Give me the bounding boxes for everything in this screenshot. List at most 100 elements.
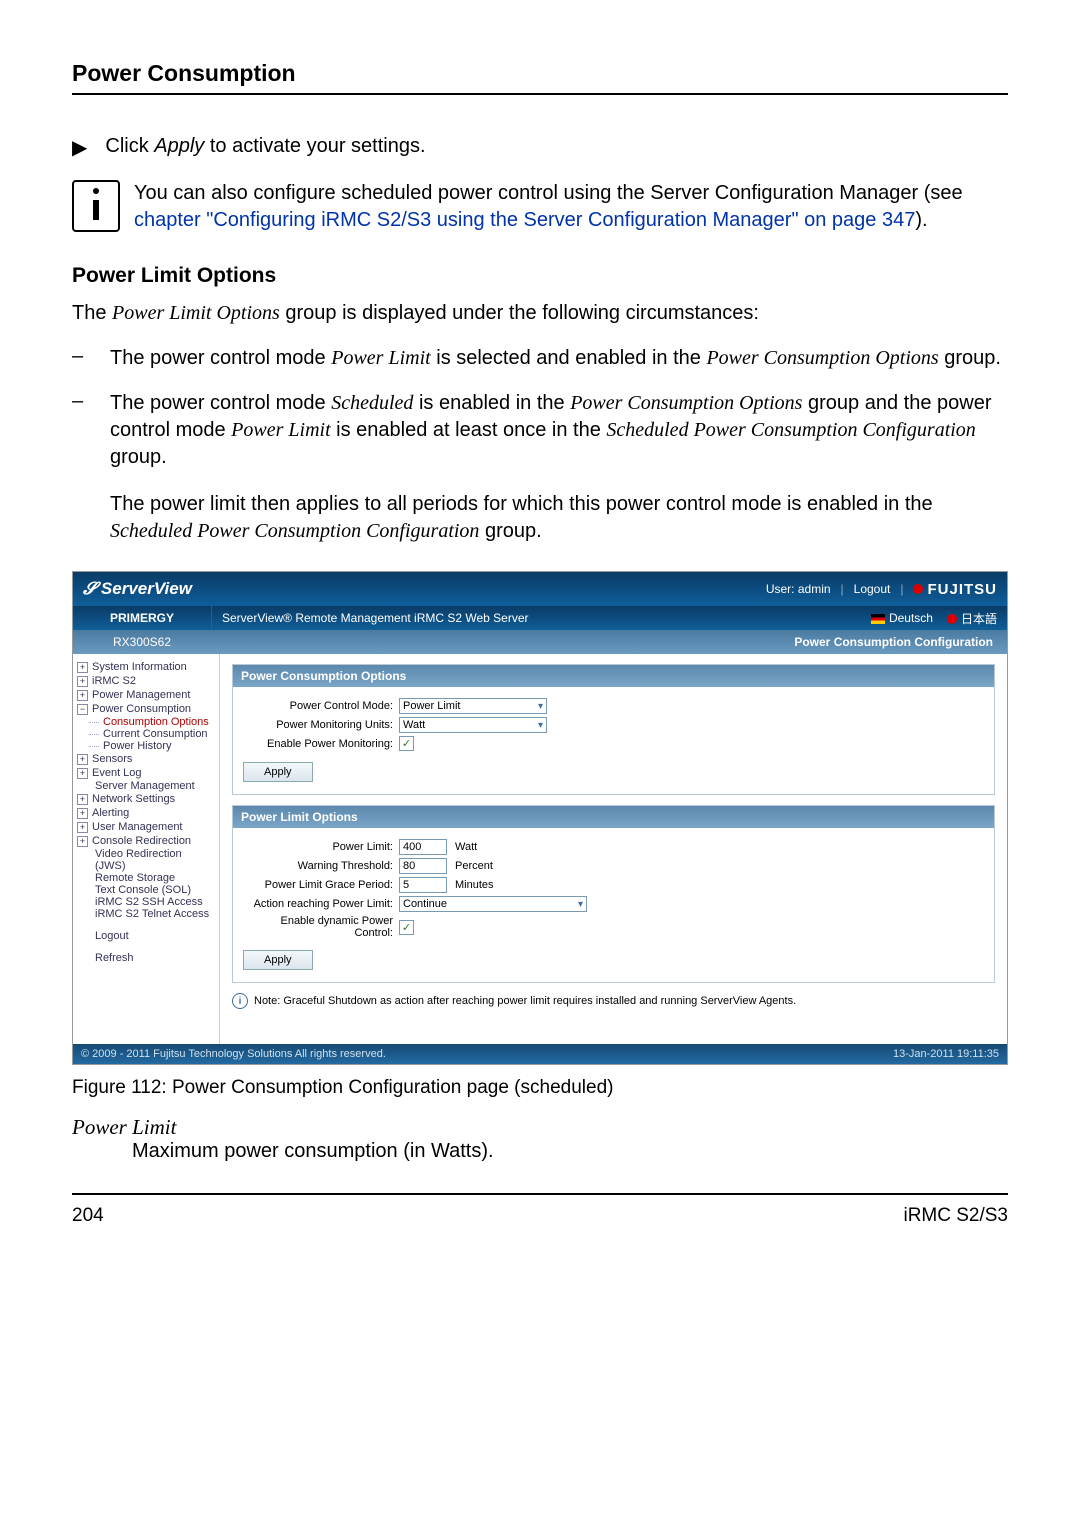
label-warning-threshold: Warning Threshold: <box>243 860 399 872</box>
select-action[interactable]: Continue▾ <box>399 896 587 912</box>
instruction-text: Click Apply to activate your settings. <box>105 135 425 160</box>
definition-term: Power Limit <box>72 1115 1008 1140</box>
fujitsu-logo: FUJITSU <box>913 581 997 598</box>
panel-title: Power Limit Options <box>233 806 994 828</box>
lang-de-link[interactable]: Deutsch <box>871 611 933 625</box>
text: to activate your settings. <box>204 135 425 157</box>
text: The <box>72 302 112 324</box>
tree-telnet-access[interactable]: iRMC S2 Telnet Access <box>95 908 215 920</box>
power-consumption-options-panel: Power Consumption Options Power Control … <box>232 664 995 795</box>
app-titlebar: 𝓢 ServerView User: admin | Logout | FUJI… <box>73 572 1007 606</box>
tree-network-settings[interactable]: +Network Settings <box>77 792 215 806</box>
dash-icon: – <box>72 345 92 372</box>
unit-percent: Percent <box>455 860 493 872</box>
page-subtitle: ServerView® Remote Management iRMC S2 We… <box>222 611 529 625</box>
tree-power-management[interactable]: +Power Management <box>77 688 215 702</box>
input-grace-period[interactable]: 5 <box>399 877 447 893</box>
info-icon <box>72 180 120 232</box>
label-monitoring-units: Power Monitoring Units: <box>243 719 399 731</box>
fujitsu-mark-icon <box>913 584 923 594</box>
note-row: i Note: Graceful Shutdown as action afte… <box>232 993 995 1009</box>
tree-text-console[interactable]: Text Console (SOL) <box>95 884 215 896</box>
power-limit-options-panel: Power Limit Options Power Limit:400Watt … <box>232 805 995 983</box>
conditions-list: – The power control mode Power Limit is … <box>72 345 1008 471</box>
note-text: Note: Graceful Shutdown as action after … <box>254 995 796 1007</box>
expand-icon[interactable]: + <box>77 754 88 765</box>
tree-consumption-options[interactable]: Consumption Options <box>95 716 215 728</box>
subsection-title: Power Limit Options <box>72 264 1008 288</box>
tree-system-information[interactable]: +System Information <box>77 660 215 674</box>
footer-rule <box>72 1193 1008 1195</box>
user-label: User: admin <box>766 582 831 596</box>
logout-link[interactable]: Logout <box>854 582 891 596</box>
section-rule <box>72 93 1008 95</box>
tree-console-redirection[interactable]: +Console Redirection <box>77 834 215 848</box>
expand-icon[interactable]: + <box>77 690 88 701</box>
label-power-limit: Power Limit: <box>243 841 399 853</box>
screenshot-figure: 𝓢 ServerView User: admin | Logout | FUJI… <box>72 571 1008 1065</box>
tree-ssh-access[interactable]: iRMC S2 SSH Access <box>95 896 215 908</box>
expand-icon[interactable]: + <box>77 794 88 805</box>
timestamp-text: 13-Jan-2011 19:11:35 <box>893 1048 999 1060</box>
instruction-line: ▶ Click Apply to activate your settings. <box>72 135 1008 160</box>
checkbox-dynamic-control[interactable]: ✓ <box>399 920 414 935</box>
tree-power-consumption[interactable]: −Power Consumption <box>77 702 215 716</box>
sub-header-bar: PRIMERGY ServerView® Remote Management i… <box>73 606 1007 630</box>
select-monitoring-units[interactable]: Watt▾ <box>399 717 547 733</box>
label-action: Action reaching Power Limit: <box>243 898 399 910</box>
checkbox-enable-monitoring[interactable]: ✓ <box>399 736 414 751</box>
condition-1: The power control mode Power Limit is se… <box>110 345 1008 372</box>
label-dynamic-control: Enable dynamic Power Control: <box>243 915 399 939</box>
apply-word: Apply <box>154 135 204 157</box>
info-text: You can also configure scheduled power c… <box>134 180 1008 234</box>
apply-button[interactable]: Apply <box>243 950 313 970</box>
text: Click <box>105 135 154 157</box>
page-number: 204 <box>72 1205 104 1227</box>
chevron-down-icon: ▾ <box>578 899 583 910</box>
tree-current-consumption[interactable]: Current Consumption <box>95 728 215 740</box>
flag-jp-icon <box>947 614 957 624</box>
arrow-icon: ▶ <box>72 135 87 160</box>
input-power-limit[interactable]: 400 <box>399 839 447 855</box>
tree-event-log[interactable]: +Event Log <box>77 766 215 780</box>
info-callout: You can also configure scheduled power c… <box>72 180 1008 234</box>
expand-icon[interactable]: + <box>77 808 88 819</box>
expand-icon[interactable]: + <box>77 662 88 673</box>
expand-icon[interactable]: + <box>77 676 88 687</box>
condition-2: The power control mode Scheduled is enab… <box>110 390 1008 471</box>
input-warning-threshold[interactable]: 80 <box>399 858 447 874</box>
tree-power-history[interactable]: Power History <box>95 740 215 752</box>
chevron-down-icon: ▾ <box>538 720 543 731</box>
tree-irmc-s2[interactable]: +iRMC S2 <box>77 674 215 688</box>
cross-reference-link[interactable]: chapter "Configuring iRMC S2/S3 using th… <box>134 209 915 231</box>
section-title: Power Consumption <box>72 60 1008 87</box>
collapse-icon[interactable]: − <box>77 704 88 715</box>
tree-user-management[interactable]: +User Management <box>77 820 215 834</box>
tree-video-redirection[interactable]: Video Redirection (JWS) <box>95 848 215 872</box>
select-power-control-mode[interactable]: Power Limit▾ <box>399 698 547 714</box>
doc-id: iRMC S2/S3 <box>903 1205 1008 1227</box>
copyright-text: © 2009 - 2011 Fujitsu Technology Solutio… <box>81 1048 386 1060</box>
expand-icon[interactable]: + <box>77 836 88 847</box>
expand-icon[interactable]: + <box>77 768 88 779</box>
main-content: Power Consumption Options Power Control … <box>220 654 1007 1044</box>
content-page-title: Power Consumption Configuration <box>211 630 1007 654</box>
tree-refresh[interactable]: Refresh <box>95 952 215 964</box>
label-enable-monitoring: Enable Power Monitoring: <box>243 738 399 750</box>
page-footer: 204 iRMC S2/S3 <box>72 1205 1008 1227</box>
apply-button[interactable]: Apply <box>243 762 313 782</box>
intro-paragraph: The Power Limit Options group is display… <box>72 300 1008 327</box>
tree-remote-storage[interactable]: Remote Storage <box>95 872 215 884</box>
dash-icon: – <box>72 390 92 471</box>
unit-watt: Watt <box>455 841 477 853</box>
tree-alerting[interactable]: +Alerting <box>77 806 215 820</box>
definition-body: Maximum power consumption (in Watts). <box>132 1140 1008 1163</box>
tree-logout[interactable]: Logout <box>95 930 215 942</box>
info-circle-icon: i <box>232 993 248 1009</box>
lang-jp-link[interactable]: 日本語 <box>947 610 997 627</box>
tree-sensors[interactable]: +Sensors <box>77 752 215 766</box>
tree-server-management[interactable]: Server Management <box>95 780 215 792</box>
expand-icon[interactable]: + <box>77 822 88 833</box>
chevron-down-icon: ▾ <box>538 701 543 712</box>
text: ). <box>915 209 927 231</box>
